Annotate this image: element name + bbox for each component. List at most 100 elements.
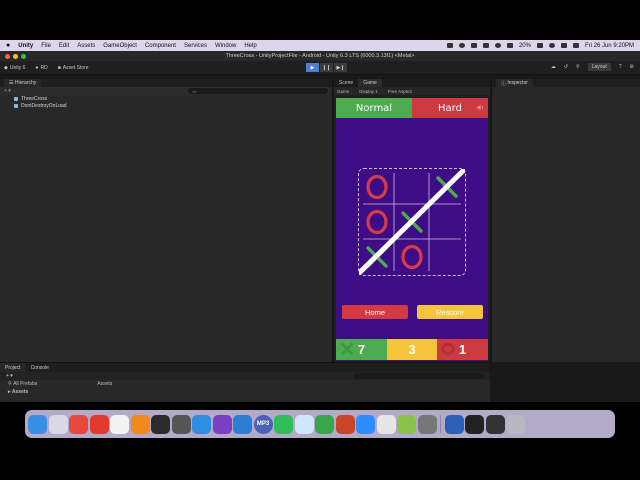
menu-help[interactable]: Help [244,43,256,49]
add-object-button[interactable]: + ▾ [4,88,11,94]
tab-inspector-label: Inspector [507,80,528,86]
finder-icon[interactable] [28,414,47,434]
control-center-icon[interactable] [572,43,579,48]
camtasia-icon[interactable] [315,414,334,434]
normal-mode-button[interactable]: Normal [336,98,412,118]
vscode-icon[interactable] [233,414,252,434]
whatsapp-icon[interactable] [274,414,293,434]
chrome-icon[interactable] [69,414,88,434]
menu-component[interactable]: Component [145,43,176,49]
account-button[interactable]: ◆ Unity 6 [4,65,25,71]
menu-file[interactable]: File [41,43,51,49]
menu-gameobject[interactable]: GameObject [103,43,137,49]
menu-window[interactable]: Window [215,43,236,49]
unity-icon[interactable] [465,414,484,434]
launchpad-icon[interactable] [48,414,68,434]
hierarchy-item-dontdestroyonload[interactable]: DontDestroyOnLoad [0,102,332,109]
word-icon[interactable] [444,414,464,434]
mp3-icon[interactable]: MP3 [253,414,273,434]
status-icon[interactable] [458,43,465,48]
hierarchy-item-label: ThreeCross [21,95,48,102]
dock: MP3 [25,410,615,438]
stats-icon[interactable] [294,414,314,434]
rd-button[interactable]: ● RD [35,65,47,71]
menu-assets[interactable]: Assets [77,43,95,49]
editor-toolbar: ◆ Unity 6 ● RD ■ Asset Store ▶ ❙❙ ▶❙ ☁ ↺ ⚲ … [0,61,640,75]
trash-icon[interactable] [506,414,525,434]
menu-services[interactable]: Services [184,43,207,49]
assets-folder-item[interactable]: ▸ Assets [0,388,490,396]
scene-icon [14,96,18,101]
step-button[interactable]: ▶❙ [334,63,347,72]
unity-editor-icon[interactable] [485,414,505,434]
sound-icon[interactable] [476,103,485,112]
textedit-icon[interactable] [110,414,129,434]
project-search-input[interactable] [354,373,484,379]
rescore-button[interactable]: Rescore [417,305,483,319]
tab-project[interactable]: Project [0,363,26,372]
roblox-icon[interactable] [376,414,396,434]
asset-store-button[interactable]: ■ Asset Store [58,65,89,71]
keyboard-icon[interactable] [506,43,513,48]
grid-icon[interactable] [482,43,489,48]
search-icon[interactable] [560,43,567,48]
zoom-window-button[interactable] [21,53,26,59]
settings-icon[interactable]: ⚙ [630,64,634,70]
undo-history-icon[interactable]: ↺ [564,64,568,70]
assets-folder-label: Assets [11,389,29,395]
tab-console[interactable]: Console [26,363,54,372]
layout-dropdown[interactable]: Layout [587,63,611,71]
powerpoint-icon[interactable] [335,414,355,434]
game-dropdown[interactable]: Game [337,89,349,94]
scene-icon [14,103,18,108]
all-prefabs-item[interactable]: ⚲ All Prefabs Assets [0,380,490,388]
visual-studio-icon[interactable] [212,414,232,434]
android-studio-icon[interactable] [397,414,416,434]
project-panel: Project Console + ▾ ⚲ All Prefabs Assets… [0,362,490,402]
tab-inspector[interactable]: ⓘ Inspector [496,79,533,87]
menu-app-name[interactable]: Unity [18,43,33,49]
apple-icon[interactable]: ● [6,42,10,49]
wifi-icon[interactable] [548,43,555,48]
safari-icon[interactable] [192,414,211,434]
pause-button[interactable]: ❙❙ [320,63,333,72]
battery-icon[interactable] [536,43,543,48]
unity-hub-icon[interactable] [171,414,191,434]
record-icon[interactable] [494,43,501,48]
hierarchy-item-threecross[interactable]: ThreeCross [0,95,332,102]
home-button[interactable]: Home [342,305,408,319]
winning-line [359,169,465,275]
assets-breadcrumb[interactable]: Assets [97,381,112,387]
aspect-dropdown[interactable]: Free Aspect [388,89,412,94]
project-tabs: Project Console [0,363,490,372]
close-window-button[interactable] [5,53,10,59]
window-title: ThreeCross - UnityProjectFile - Android … [225,53,415,59]
tab-scene[interactable]: Scene [334,79,358,87]
menu-edit[interactable]: Edit [59,43,69,49]
help-icon[interactable]: ? [619,64,622,70]
tab-hierarchy[interactable]: ☰ Hierarchy [4,79,42,87]
anydesk-icon[interactable] [89,414,109,434]
search-icon[interactable]: ⚲ [576,64,580,70]
display-dropdown[interactable]: Display 1 [359,89,378,94]
tab-game[interactable]: Game [358,79,382,87]
play-button[interactable]: ▶ [306,63,319,72]
vlc-icon[interactable] [130,414,150,434]
hierarchy-search-input[interactable]: All [188,88,328,94]
hierarchy-tab-bar: ☰ Hierarchy [0,79,332,87]
score-bar: 7 3 1 [336,339,488,360]
cloud-services-icon[interactable]: ☁ [551,64,556,70]
terminal-icon[interactable] [151,414,170,434]
hierarchy-panel: ☰ Hierarchy + ▾ All ThreeCross DontDestr… [0,79,333,362]
display-icon[interactable] [470,43,477,48]
minimize-window-button[interactable] [13,53,18,59]
inspector-panel: ⓘ Inspector [491,79,640,362]
add-asset-button[interactable]: + ▾ [6,373,13,379]
scene-game-tabs: Scene Game [334,79,490,87]
account-label: Unity 6 [9,64,26,71]
screen-mirror-icon[interactable] [446,43,453,48]
menu-clock[interactable]: Fri 26 Jun 9:20PM [585,43,634,49]
simulator-icon[interactable] [417,414,437,434]
all-prefabs-label: All Prefabs [13,381,38,387]
zoom-icon[interactable] [356,414,375,434]
